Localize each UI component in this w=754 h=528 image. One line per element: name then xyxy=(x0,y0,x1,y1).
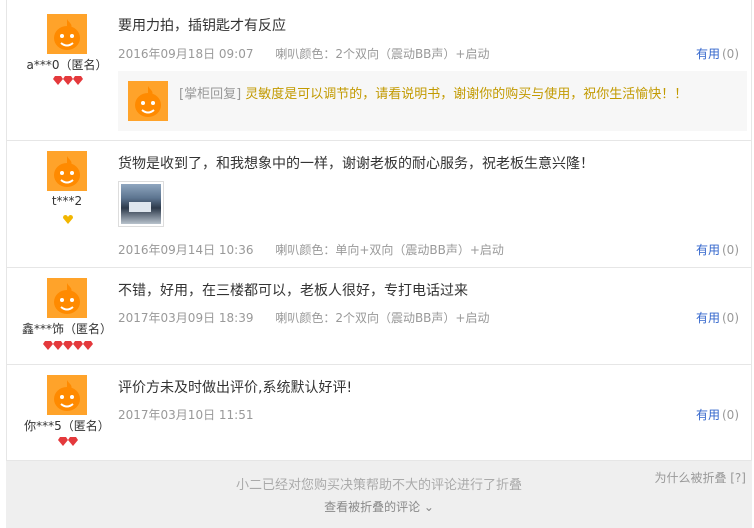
review-date: 2017年03月10日 11:51 xyxy=(118,408,254,422)
reviewer-name: t***2 xyxy=(51,194,83,208)
avatar[interactable] xyxy=(47,375,87,415)
review-meta: 2016年09月18日 09:07 喇叭颜色：2个双向（震动BB声）+启动 xyxy=(118,45,489,62)
reviewer-rank xyxy=(7,76,127,88)
review-item: a***0（匿名） 要用力拍，插钥匙才有反应 2016年09月18日 09:07… xyxy=(6,0,752,141)
mascot-icon xyxy=(47,278,87,318)
view-folded-reviews-link[interactable]: 查看被折叠的评论 ⌄ xyxy=(6,498,752,515)
review-item: 你***5（匿名） 评价方未及时做出评价,系统默认好评! 2017年03月10日… xyxy=(6,365,752,461)
review-photo[interactable] xyxy=(118,181,164,227)
avatar[interactable] xyxy=(47,151,87,191)
folded-reviews-bar: 为什么被折叠 [?] 小二已经对您购买决策帮助不大的评论进行了折叠 查看被折叠的… xyxy=(6,461,752,528)
review-content: 不错，好用，在三楼都可以，老板人很好，专打电话过来 xyxy=(118,283,468,299)
review-date: 2017年03月09日 18:39 xyxy=(118,311,254,325)
review-meta: 2017年03月09日 18:39 喇叭颜色：2个双向（震动BB声）+启动 xyxy=(118,309,489,326)
avatar[interactable] xyxy=(47,278,87,318)
useful-button[interactable]: 有用 (0) xyxy=(696,45,739,62)
diamond-icon xyxy=(73,76,84,85)
reviewer-name: a***0（匿名） xyxy=(26,58,108,72)
diamond-icon xyxy=(63,341,73,350)
mascot-icon xyxy=(47,375,87,415)
mascot-icon xyxy=(47,151,87,191)
diamond-icon xyxy=(42,341,53,350)
review-content: 要用力拍，插钥匙才有反应 xyxy=(118,18,286,34)
avatar[interactable] xyxy=(47,14,87,54)
reviewer-rank xyxy=(7,215,127,227)
diamond-icon xyxy=(63,76,73,85)
shop-avatar xyxy=(128,81,168,121)
review-date: 2016年09月14日 10:36 xyxy=(118,243,254,257)
photo-thumbnail xyxy=(121,184,161,224)
review-date: 2016年09月18日 09:07 xyxy=(118,47,254,61)
useful-button[interactable]: 有用 (0) xyxy=(696,241,739,258)
review-content: 评价方未及时做出评价,系统默认好评! xyxy=(118,380,353,396)
mascot-icon xyxy=(47,14,87,54)
heart-icon xyxy=(63,215,73,224)
review-meta: 2016年09月14日 10:36 喇叭颜色：单向+双向（震动BB声）+启动 xyxy=(118,241,504,258)
review-sku: 喇叭颜色：2个双向（震动BB声）+启动 xyxy=(275,311,490,325)
reviewer-name: 鑫***饰（匿名） xyxy=(21,322,112,336)
reply-tag: [掌柜回复] xyxy=(179,87,242,102)
mascot-icon xyxy=(128,81,168,121)
diamond-icon xyxy=(57,437,68,446)
useful-button[interactable]: 有用 (0) xyxy=(696,309,739,326)
review-meta: 2017年03月10日 11:51 xyxy=(118,406,271,423)
diamond-icon xyxy=(68,437,79,446)
reply-text: [掌柜回复] 灵敏度是可以调节的，请看说明书，谢谢你的购买与使用，祝你生活愉快！… xyxy=(179,83,687,102)
folded-message: 小二已经对您购买决策帮助不大的评论进行了折叠 xyxy=(235,478,522,493)
reviewer-rank xyxy=(7,341,127,353)
review-item: t***2 货物是收到了，和我想象中的一样，谢谢老板的耐心服务，祝老板生意兴隆！… xyxy=(6,141,752,268)
diamond-icon xyxy=(52,76,63,85)
reply-body: 灵敏度是可以调节的，请看说明书，谢谢你的购买与使用，祝你生活愉快！！ xyxy=(245,87,688,102)
reviewer-name: 你***5（匿名） xyxy=(24,419,110,433)
diamond-icon xyxy=(52,341,63,350)
shop-reply: [掌柜回复] 灵敏度是可以调节的，请看说明书，谢谢你的购买与使用，祝你生活愉快！… xyxy=(118,71,747,131)
review-sku: 喇叭颜色：2个双向（震动BB声）+启动 xyxy=(275,47,490,61)
reviewer-rank xyxy=(7,437,127,449)
diamond-icon xyxy=(83,341,94,350)
useful-button[interactable]: 有用 (0) xyxy=(696,406,739,423)
diamond-icon xyxy=(73,341,84,350)
review-sku: 喇叭颜色：单向+双向（震动BB声）+启动 xyxy=(275,243,504,257)
review-content: 货物是收到了，和我想象中的一样，谢谢老板的耐心服务，祝老板生意兴隆！ xyxy=(118,156,594,172)
review-item: 鑫***饰（匿名） 不错，好用，在三楼都可以，老板人很好，专打电话过来 2017… xyxy=(6,268,752,365)
